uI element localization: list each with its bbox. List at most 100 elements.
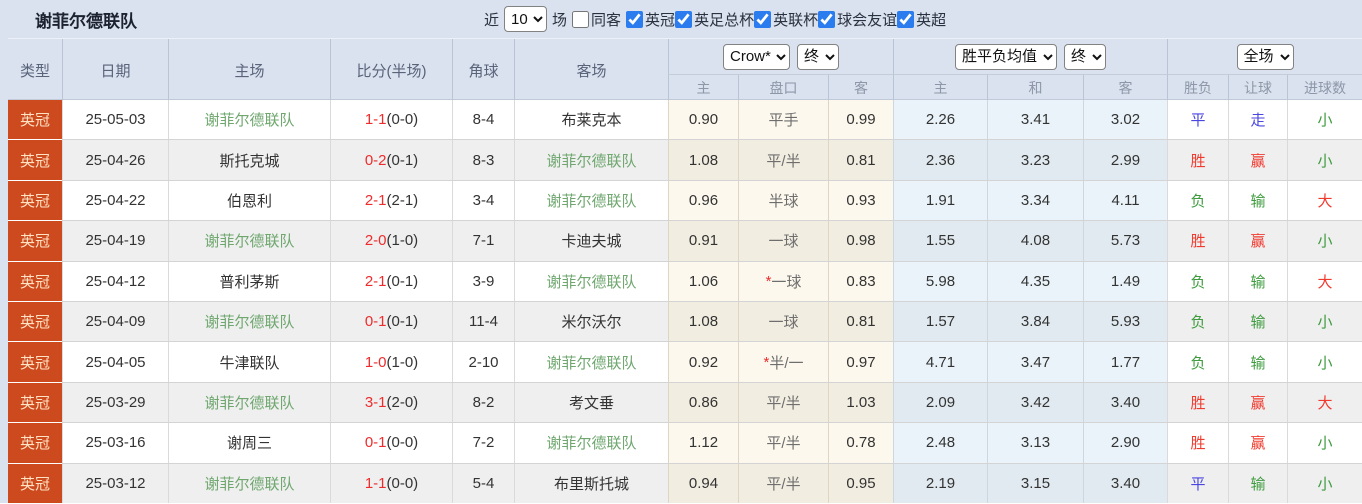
fulltime-score: 3-1 xyxy=(364,394,387,412)
scope-select[interactable]: 全场 xyxy=(1236,43,1294,70)
handicap-line: 一球 xyxy=(771,273,802,291)
avg-home-odds: 4.71 xyxy=(893,342,987,382)
match-date: 25-04-09 xyxy=(62,302,168,342)
avg-away-odds: 1.77 xyxy=(1083,342,1167,382)
odds-away: 0.81 xyxy=(828,140,893,180)
subcol-odds-away: 客 xyxy=(828,75,893,101)
avg-home-odds: 2.48 xyxy=(893,423,987,463)
fulltime-score: 0-1 xyxy=(364,434,387,452)
odds-home: 0.90 xyxy=(668,100,738,140)
league-filter-toggle[interactable]: 球会友谊 xyxy=(818,9,897,30)
recent-count-select[interactable]: 10 xyxy=(504,6,548,32)
league-type-badge: 英冠 xyxy=(8,463,62,504)
handicap-cell: *平手 xyxy=(738,100,828,140)
avg-time-select[interactable]: 终 xyxy=(1064,43,1106,70)
odds-home: 0.91 xyxy=(668,221,738,261)
fulltime-score: 2-1 xyxy=(364,272,387,290)
result-cell: 负 xyxy=(1167,302,1228,342)
odds-away: 0.93 xyxy=(828,180,893,221)
odds-away: 0.99 xyxy=(828,100,893,140)
handicap-cell: *平/半 xyxy=(738,140,828,180)
league-filter-toggle[interactable]: 英超 xyxy=(897,9,946,30)
league-filter-label: 英冠 xyxy=(645,11,676,29)
handicap-result-cell: 输 xyxy=(1228,302,1287,342)
league-filter-toggle[interactable]: 英足总杯 xyxy=(675,9,754,30)
avg-group-header: 胜平负均值 终 xyxy=(893,39,1167,75)
league-type-badge: 英冠 xyxy=(8,100,62,141)
table-row: 英冠 25-04-26 斯托克城 0-2 (0-1) 8-3 谢菲尔德联队 1.0… xyxy=(8,140,1362,181)
league-filter-checkbox[interactable] xyxy=(626,10,644,28)
goals-cell: 小 xyxy=(1287,302,1362,342)
away-team: 谢菲尔德联队 xyxy=(514,342,668,382)
league-filter-toggle[interactable]: 英联杯 xyxy=(754,9,818,30)
away-team: 考文垂 xyxy=(514,382,668,423)
handicap-line: 平/半 xyxy=(766,435,801,453)
result-cell: 平 xyxy=(1167,100,1228,140)
league-filter-checkbox[interactable] xyxy=(818,10,836,28)
handicap-result-cell: 输 xyxy=(1228,342,1287,382)
goals-cell: 大 xyxy=(1287,261,1362,302)
same-venue-toggle[interactable]: 同客 xyxy=(572,9,621,30)
league-filters: 英冠 英足总杯 英联杯 球会友谊 英超 xyxy=(626,9,946,30)
result-cell: 胜 xyxy=(1167,382,1228,423)
halftime-score: (0-0) xyxy=(386,434,419,452)
corner-count: 7-2 xyxy=(452,423,514,463)
home-team: 普利茅斯 xyxy=(168,261,330,302)
same-venue-checkbox[interactable] xyxy=(572,10,590,28)
league-filter-checkbox[interactable] xyxy=(897,10,915,28)
goals-cell: 小 xyxy=(1287,463,1362,504)
odds-home: 1.08 xyxy=(668,302,738,342)
subcol-avg-draw: 和 xyxy=(987,75,1083,101)
subcol-result: 胜负 xyxy=(1167,75,1228,101)
avg-draw-odds: 3.13 xyxy=(987,423,1083,463)
table-body: 英冠 25-05-03 谢菲尔德联队 1-1 (0-0) 8-4 布莱克本 0.9… xyxy=(8,100,1362,504)
match-date: 25-04-22 xyxy=(62,180,168,221)
halftime-score: (1-0) xyxy=(386,353,419,371)
away-team: 谢菲尔德联队 xyxy=(514,423,668,463)
league-filter-toggle[interactable]: 英冠 xyxy=(626,9,675,30)
league-type-badge: 英冠 xyxy=(8,261,62,303)
league-filter-checkbox[interactable] xyxy=(675,10,693,28)
subcol-avg-home: 主 xyxy=(893,75,987,101)
avg-select[interactable]: 胜平负均值 xyxy=(955,43,1057,70)
halftime-score: (1-0) xyxy=(386,232,419,250)
match-date: 25-05-03 xyxy=(62,100,168,140)
away-team: 谢菲尔德联队 xyxy=(514,261,668,302)
halftime-score: (2-0) xyxy=(386,394,419,412)
odds-away: 0.98 xyxy=(828,221,893,261)
odds-away: 0.97 xyxy=(828,342,893,382)
odds-away: 0.83 xyxy=(828,261,893,302)
fulltime-score: 2-0 xyxy=(364,232,387,250)
handicap-cell: *一球 xyxy=(738,261,828,302)
league-type-badge: 英冠 xyxy=(8,180,62,222)
league-filter-checkbox[interactable] xyxy=(754,10,772,28)
goals-cell: 大 xyxy=(1287,382,1362,423)
goals-cell: 小 xyxy=(1287,423,1362,463)
league-type-badge: 英冠 xyxy=(8,342,62,383)
col-header-type: 类型 xyxy=(19,62,50,80)
home-team: 谢周三 xyxy=(168,423,330,463)
home-team: 谢菲尔德联队 xyxy=(168,302,330,342)
avg-draw-odds: 3.84 xyxy=(987,302,1083,342)
away-team: 布里斯托城 xyxy=(514,463,668,504)
handicap-cell: * 半/一 xyxy=(738,342,828,382)
score-cell: 1-0 (1-0) xyxy=(330,342,452,382)
halftime-score: (0-0) xyxy=(386,474,419,492)
avg-home-odds: 1.91 xyxy=(893,180,987,221)
handicap-cell: *半球 xyxy=(738,180,828,221)
score-cell: 1-1 (0-0) xyxy=(330,463,452,504)
avg-draw-odds: 3.42 xyxy=(987,382,1083,423)
avg-home-odds: 2.36 xyxy=(893,140,987,180)
match-date: 25-03-29 xyxy=(62,382,168,423)
table-row: 英冠 25-03-29 谢菲尔德联队 3-1 (2-0) 8-2 考文垂 0.86… xyxy=(8,382,1362,424)
handicap-line: 半球 xyxy=(768,193,799,211)
handicap-result-cell: 输 xyxy=(1228,180,1287,221)
col-header-home: 主场 xyxy=(168,39,330,101)
odds-away: 0.95 xyxy=(828,463,893,504)
avg-draw-odds: 4.35 xyxy=(987,261,1083,302)
corner-count: 3-4 xyxy=(452,180,514,221)
odds-source-select[interactable]: Crow* xyxy=(723,43,790,70)
odds-time-select[interactable]: 终 xyxy=(797,43,839,70)
odds-home: 1.12 xyxy=(668,423,738,463)
fulltime-score: 1-0 xyxy=(364,353,387,371)
